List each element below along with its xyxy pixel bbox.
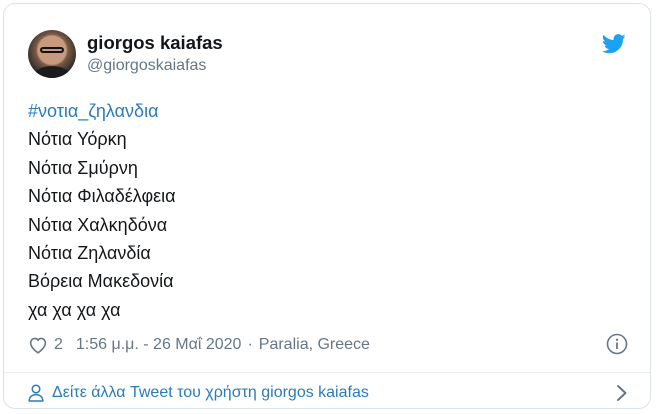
info-icon[interactable] — [606, 333, 628, 355]
avatar[interactable] — [28, 30, 76, 78]
avatar-shirt — [34, 66, 70, 78]
twitter-bird-icon[interactable] — [602, 34, 626, 54]
like-count[interactable]: 2 — [54, 336, 63, 354]
tweet-line: Νότια Σμύρνη — [28, 157, 138, 178]
tweet-card: giorgos kaiafas @giorgoskaiafas #νοτια_ζ… — [3, 3, 651, 409]
hashtag-link[interactable]: #νοτια_ζηλανδια — [28, 97, 176, 125]
avatar-glasses — [40, 47, 64, 53]
tweet-meta: 2 1:56 μ.μ. - 26 Μαΐ 2020 · Paralia, Gre… — [28, 334, 370, 356]
tweet-line: Νότια Ζηλανδία — [28, 243, 151, 264]
tweet-line: Νότια Υόρκη — [28, 129, 127, 150]
tweet-text: #νοτια_ζηλανδια Νότια Υόρκη Νότια Σμύρνη… — [28, 97, 176, 324]
tweet-timestamp[interactable]: 1:56 μ.μ. - 26 Μαΐ 2020 — [76, 336, 242, 354]
heart-icon[interactable] — [28, 336, 48, 354]
meta-separator: · — [247, 336, 253, 353]
author-handle[interactable]: @giorgoskaiafas — [87, 57, 206, 75]
tweet-line: Νότια Χαλκηδόνα — [28, 214, 168, 235]
divider — [4, 372, 650, 373]
chevron-right-icon — [617, 385, 627, 401]
tweet-line: Νότια Φιλαδέλφεια — [28, 186, 176, 207]
tweet-line: Βόρεια Μακεδονία — [28, 271, 174, 292]
tweet-location[interactable]: Paralia, Greece — [259, 336, 370, 354]
person-icon — [28, 384, 44, 402]
author-name[interactable]: giorgos kaiafas — [87, 32, 223, 54]
tweet-line: χα χα χα χα — [28, 299, 121, 320]
view-more-tweets-link[interactable]: Δείτε άλλα Tweet του χρήστη giorgos kaia… — [28, 382, 628, 404]
view-more-label: Δείτε άλλα Tweet του χρήστη giorgos kaia… — [52, 384, 369, 401]
